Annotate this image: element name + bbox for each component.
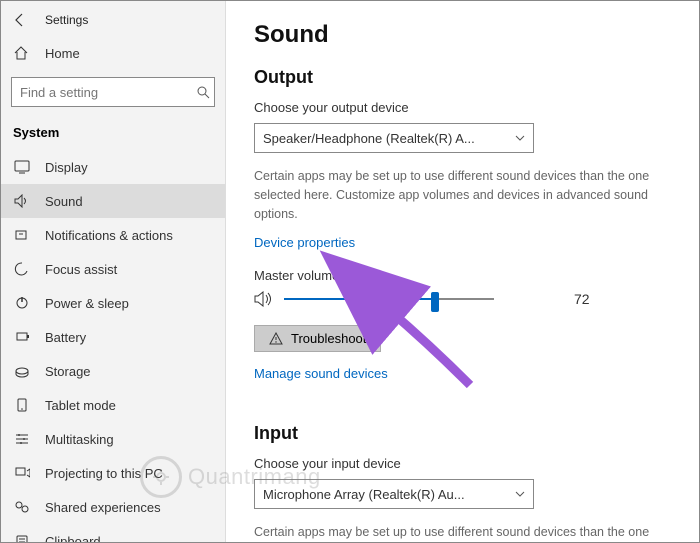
troubleshoot-button[interactable]: Troubleshoot [254, 325, 381, 352]
nav-label: Power & sleep [45, 296, 129, 311]
nav-label: Shared experiences [45, 500, 161, 515]
sidebar-item-clipboard[interactable]: Clipboard [1, 524, 225, 542]
sidebar-header: Settings [1, 9, 225, 37]
master-volume-slider[interactable] [284, 298, 494, 300]
sidebar-item-display[interactable]: Display [1, 150, 225, 184]
master-volume-row: 72 [254, 291, 671, 307]
nav-icon [13, 227, 31, 243]
sidebar-item-tablet-mode[interactable]: Tablet mode [1, 388, 225, 422]
output-device-select[interactable]: Speaker/Headphone (Realtek(R) A... [254, 123, 534, 153]
output-help-text: Certain apps may be set up to use differ… [254, 167, 654, 223]
sidebar: Settings Home System Display Sound Notific… [1, 1, 226, 542]
sidebar-item-focus-assist[interactable]: Focus assist [1, 252, 225, 286]
input-device-label: Choose your input device [254, 456, 671, 471]
sidebar-item-projecting-to-this-pc[interactable]: Projecting to this PC [1, 456, 225, 490]
input-device-value: Microphone Array (Realtek(R) Au... [263, 487, 465, 502]
nav-icon [13, 193, 31, 209]
nav-icon [13, 533, 31, 542]
back-icon[interactable] [13, 13, 27, 27]
output-device-properties-link[interactable]: Device properties [254, 235, 355, 250]
nav-icon [13, 499, 31, 515]
nav-label: Sound [45, 194, 83, 209]
nav-icon [13, 295, 31, 311]
sidebar-nav-list: Display Sound Notifications & actions Focus… [1, 150, 225, 542]
search-input[interactable] [20, 85, 196, 100]
output-heading: Output [254, 67, 671, 88]
slider-thumb[interactable] [431, 292, 439, 312]
sidebar-item-multitasking[interactable]: Multitasking [1, 422, 225, 456]
output-device-value: Speaker/Headphone (Realtek(R) A... [263, 131, 475, 146]
sidebar-item-notifications-actions[interactable]: Notifications & actions [1, 218, 225, 252]
nav-icon [13, 397, 31, 413]
nav-icon [13, 261, 31, 277]
nav-label: Storage [45, 364, 91, 379]
input-heading: Input [254, 423, 671, 444]
nav-icon [13, 159, 31, 175]
sidebar-item-power-sleep[interactable]: Power & sleep [1, 286, 225, 320]
troubleshoot-label: Troubleshoot [291, 331, 366, 346]
sidebar-home[interactable]: Home [1, 37, 225, 69]
chevron-down-icon [515, 489, 525, 499]
input-help-text: Certain apps may be set up to use differ… [254, 523, 654, 542]
master-volume-label: Master volume [254, 268, 671, 283]
search-box[interactable] [11, 77, 215, 107]
sidebar-item-shared-experiences[interactable]: Shared experiences [1, 490, 225, 524]
output-device-label: Choose your output device [254, 100, 671, 115]
warning-icon [269, 332, 283, 346]
page-title: Sound [254, 21, 671, 49]
nav-label: Projecting to this PC [45, 466, 163, 481]
nav-label: Battery [45, 330, 86, 345]
nav-icon [13, 431, 31, 447]
master-volume-value: 72 [574, 291, 590, 307]
sidebar-section-heading: System [1, 119, 225, 150]
nav-label: Notifications & actions [45, 228, 173, 243]
sidebar-item-battery[interactable]: Battery [1, 320, 225, 354]
chevron-down-icon [515, 133, 525, 143]
manage-sound-devices-link[interactable]: Manage sound devices [254, 366, 388, 381]
home-icon [13, 45, 31, 61]
nav-label: Tablet mode [45, 398, 116, 413]
nav-label: Display [45, 160, 88, 175]
speaker-icon[interactable] [254, 291, 274, 307]
nav-label: Clipboard [45, 534, 101, 543]
nav-icon [13, 465, 31, 481]
slider-fill [284, 298, 435, 300]
sidebar-item-sound[interactable]: Sound [1, 184, 225, 218]
home-label: Home [45, 46, 80, 61]
nav-icon [13, 329, 31, 345]
nav-label: Multitasking [45, 432, 114, 447]
sidebar-item-storage[interactable]: Storage [1, 354, 225, 388]
app-title: Settings [45, 13, 88, 27]
nav-icon [13, 363, 31, 379]
search-icon [196, 85, 210, 99]
input-device-select[interactable]: Microphone Array (Realtek(R) Au... [254, 479, 534, 509]
main-content: Sound Output Choose your output device S… [226, 1, 699, 542]
nav-label: Focus assist [45, 262, 117, 277]
